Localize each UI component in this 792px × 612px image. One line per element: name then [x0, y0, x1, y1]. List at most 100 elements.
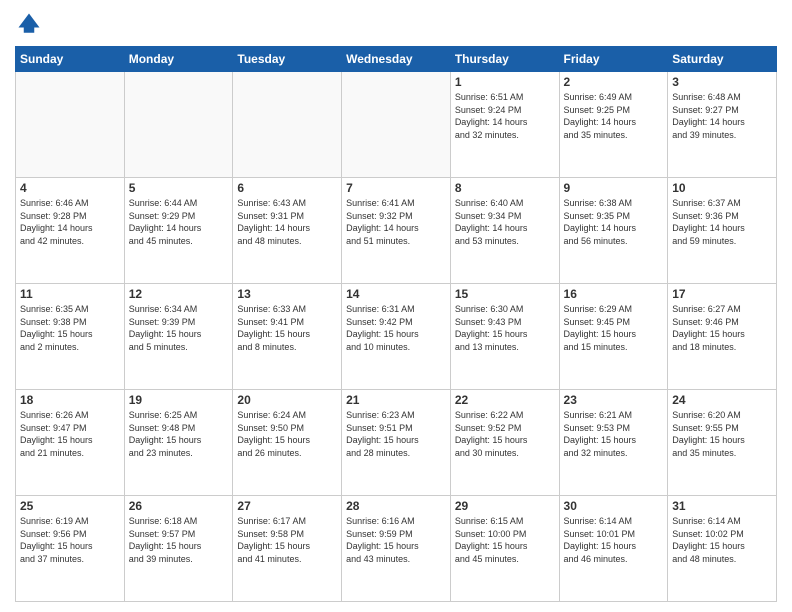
day-cell: 13 Sunrise: 6:33 AMSunset: 9:41 PMDayligh…: [233, 284, 342, 390]
day-number: 8: [455, 181, 555, 195]
day-cell: 1 Sunrise: 6:51 AMSunset: 9:24 PMDaylight…: [450, 72, 559, 178]
day-number: 20: [237, 393, 337, 407]
logo-icon: [15, 10, 43, 38]
day-cell: 16 Sunrise: 6:29 AMSunset: 9:45 PMDayligh…: [559, 284, 668, 390]
day-cell: 9Sunrise: 6:38 AMSunset: 9:35 PMDaylight…: [559, 178, 668, 284]
day-info: Sunrise: 6:49 AMSunset: 9:25 PMDaylight:…: [564, 91, 664, 141]
day-cell: 21 Sunrise: 6:23 AMSunset: 9:51 PMDayligh…: [342, 390, 451, 496]
calendar-table: SundayMondayTuesdayWednesdayThursdayFrid…: [15, 46, 777, 602]
weekday-header-sunday: Sunday: [16, 47, 125, 72]
weekday-header-tuesday: Tuesday: [233, 47, 342, 72]
page: SundayMondayTuesdayWednesdayThursdayFrid…: [0, 0, 792, 612]
weekday-header-saturday: Saturday: [668, 47, 777, 72]
day-info: Sunrise: 6:46 AMSunset: 9:28 PMDaylight:…: [20, 197, 120, 247]
day-info: Sunrise: 6:34 AMSunset: 9:39 PMDaylight:…: [129, 303, 229, 353]
day-cell: 12Sunrise: 6:34 AMSunset: 9:39 PMDayligh…: [124, 284, 233, 390]
day-info: Sunrise: 6:14 AMSunset: 10:02 PMDaylight…: [672, 515, 772, 565]
day-cell: [342, 72, 451, 178]
day-cell: 18Sunrise: 6:26 AMSunset: 9:47 PMDayligh…: [16, 390, 125, 496]
day-number: 24: [672, 393, 772, 407]
day-info: Sunrise: 6:18 AMSunset: 9:57 PMDaylight:…: [129, 515, 229, 565]
day-cell: 20 Sunrise: 6:24 AMSunset: 9:50 PMDayligh…: [233, 390, 342, 496]
day-info: Sunrise: 6:29 AMSunset: 9:45 PMDaylight:…: [564, 303, 664, 353]
day-info: Sunrise: 6:27 AMSunset: 9:46 PMDaylight:…: [672, 303, 772, 353]
day-info: Sunrise: 6:38 AMSunset: 9:35 PMDaylight:…: [564, 197, 664, 247]
day-info: Sunrise: 6:33 AMSunset: 9:41 PMDaylight:…: [237, 303, 337, 353]
day-number: 25: [20, 499, 120, 513]
day-cell: 7 Sunrise: 6:41 AMSunset: 9:32 PMDaylight…: [342, 178, 451, 284]
day-cell: [124, 72, 233, 178]
day-cell: 2 Sunrise: 6:49 AMSunset: 9:25 PMDaylight…: [559, 72, 668, 178]
day-cell: [16, 72, 125, 178]
day-number: 23: [564, 393, 664, 407]
day-info: Sunrise: 6:41 AMSunset: 9:32 PMDaylight:…: [346, 197, 446, 247]
day-number: 16: [564, 287, 664, 301]
day-info: Sunrise: 6:40 AMSunset: 9:34 PMDaylight:…: [455, 197, 555, 247]
day-cell: 17 Sunrise: 6:27 AMSunset: 9:46 PMDayligh…: [668, 284, 777, 390]
day-cell: 6 Sunrise: 6:43 AMSunset: 9:31 PMDaylight…: [233, 178, 342, 284]
week-row-5: 25Sunrise: 6:19 AMSunset: 9:56 PMDayligh…: [16, 496, 777, 602]
day-cell: 10 Sunrise: 6:37 AMSunset: 9:36 PMDayligh…: [668, 178, 777, 284]
day-number: 6: [237, 181, 337, 195]
day-cell: 22 Sunrise: 6:22 AMSunset: 9:52 PMDayligh…: [450, 390, 559, 496]
day-info: Sunrise: 6:24 AMSunset: 9:50 PMDaylight:…: [237, 409, 337, 459]
day-number: 11: [20, 287, 120, 301]
day-cell: 19Sunrise: 6:25 AMSunset: 9:48 PMDayligh…: [124, 390, 233, 496]
day-number: 18: [20, 393, 120, 407]
day-cell: 31Sunrise: 6:14 AMSunset: 10:02 PMDaylig…: [668, 496, 777, 602]
day-number: 10: [672, 181, 772, 195]
day-info: Sunrise: 6:31 AMSunset: 9:42 PMDaylight:…: [346, 303, 446, 353]
day-info: Sunrise: 6:43 AMSunset: 9:31 PMDaylight:…: [237, 197, 337, 247]
day-info: Sunrise: 6:14 AMSunset: 10:01 PMDaylight…: [564, 515, 664, 565]
header: [15, 10, 777, 38]
day-number: 14: [346, 287, 446, 301]
day-number: 1: [455, 75, 555, 89]
day-cell: 30 Sunrise: 6:14 AMSunset: 10:01 PMDaylig…: [559, 496, 668, 602]
weekday-header-thursday: Thursday: [450, 47, 559, 72]
day-info: Sunrise: 6:48 AMSunset: 9:27 PMDaylight:…: [672, 91, 772, 141]
weekday-header-wednesday: Wednesday: [342, 47, 451, 72]
day-number: 13: [237, 287, 337, 301]
day-info: Sunrise: 6:25 AMSunset: 9:48 PMDaylight:…: [129, 409, 229, 459]
day-number: 26: [129, 499, 229, 513]
day-number: 4: [20, 181, 120, 195]
day-cell: 29 Sunrise: 6:15 AMSunset: 10:00 PMDaylig…: [450, 496, 559, 602]
week-row-3: 11 Sunrise: 6:35 AMSunset: 9:38 PMDayligh…: [16, 284, 777, 390]
weekday-header-row: SundayMondayTuesdayWednesdayThursdayFrid…: [16, 47, 777, 72]
week-row-2: 4 Sunrise: 6:46 AMSunset: 9:28 PMDaylight…: [16, 178, 777, 284]
day-cell: 24 Sunrise: 6:20 AMSunset: 9:55 PMDayligh…: [668, 390, 777, 496]
day-cell: 5Sunrise: 6:44 AMSunset: 9:29 PMDaylight…: [124, 178, 233, 284]
week-row-1: 1 Sunrise: 6:51 AMSunset: 9:24 PMDaylight…: [16, 72, 777, 178]
day-number: 17: [672, 287, 772, 301]
day-cell: 8 Sunrise: 6:40 AMSunset: 9:34 PMDaylight…: [450, 178, 559, 284]
day-cell: 11 Sunrise: 6:35 AMSunset: 9:38 PMDayligh…: [16, 284, 125, 390]
day-number: 21: [346, 393, 446, 407]
day-info: Sunrise: 6:22 AMSunset: 9:52 PMDaylight:…: [455, 409, 555, 459]
day-info: Sunrise: 6:23 AMSunset: 9:51 PMDaylight:…: [346, 409, 446, 459]
day-number: 7: [346, 181, 446, 195]
day-number: 29: [455, 499, 555, 513]
day-info: Sunrise: 6:37 AMSunset: 9:36 PMDaylight:…: [672, 197, 772, 247]
day-number: 28: [346, 499, 446, 513]
week-row-4: 18Sunrise: 6:26 AMSunset: 9:47 PMDayligh…: [16, 390, 777, 496]
logo: [15, 10, 47, 38]
day-info: Sunrise: 6:20 AMSunset: 9:55 PMDaylight:…: [672, 409, 772, 459]
weekday-header-monday: Monday: [124, 47, 233, 72]
weekday-header-friday: Friday: [559, 47, 668, 72]
day-cell: [233, 72, 342, 178]
day-number: 2: [564, 75, 664, 89]
day-number: 15: [455, 287, 555, 301]
day-number: 27: [237, 499, 337, 513]
day-cell: 26 Sunrise: 6:18 AMSunset: 9:57 PMDayligh…: [124, 496, 233, 602]
day-info: Sunrise: 6:21 AMSunset: 9:53 PMDaylight:…: [564, 409, 664, 459]
day-number: 22: [455, 393, 555, 407]
day-info: Sunrise: 6:15 AMSunset: 10:00 PMDaylight…: [455, 515, 555, 565]
day-info: Sunrise: 6:35 AMSunset: 9:38 PMDaylight:…: [20, 303, 120, 353]
day-number: 30: [564, 499, 664, 513]
day-number: 3: [672, 75, 772, 89]
day-info: Sunrise: 6:51 AMSunset: 9:24 PMDaylight:…: [455, 91, 555, 141]
day-cell: 3 Sunrise: 6:48 AMSunset: 9:27 PMDaylight…: [668, 72, 777, 178]
day-cell: 28Sunrise: 6:16 AMSunset: 9:59 PMDayligh…: [342, 496, 451, 602]
day-cell: 4 Sunrise: 6:46 AMSunset: 9:28 PMDaylight…: [16, 178, 125, 284]
day-cell: 25Sunrise: 6:19 AMSunset: 9:56 PMDayligh…: [16, 496, 125, 602]
